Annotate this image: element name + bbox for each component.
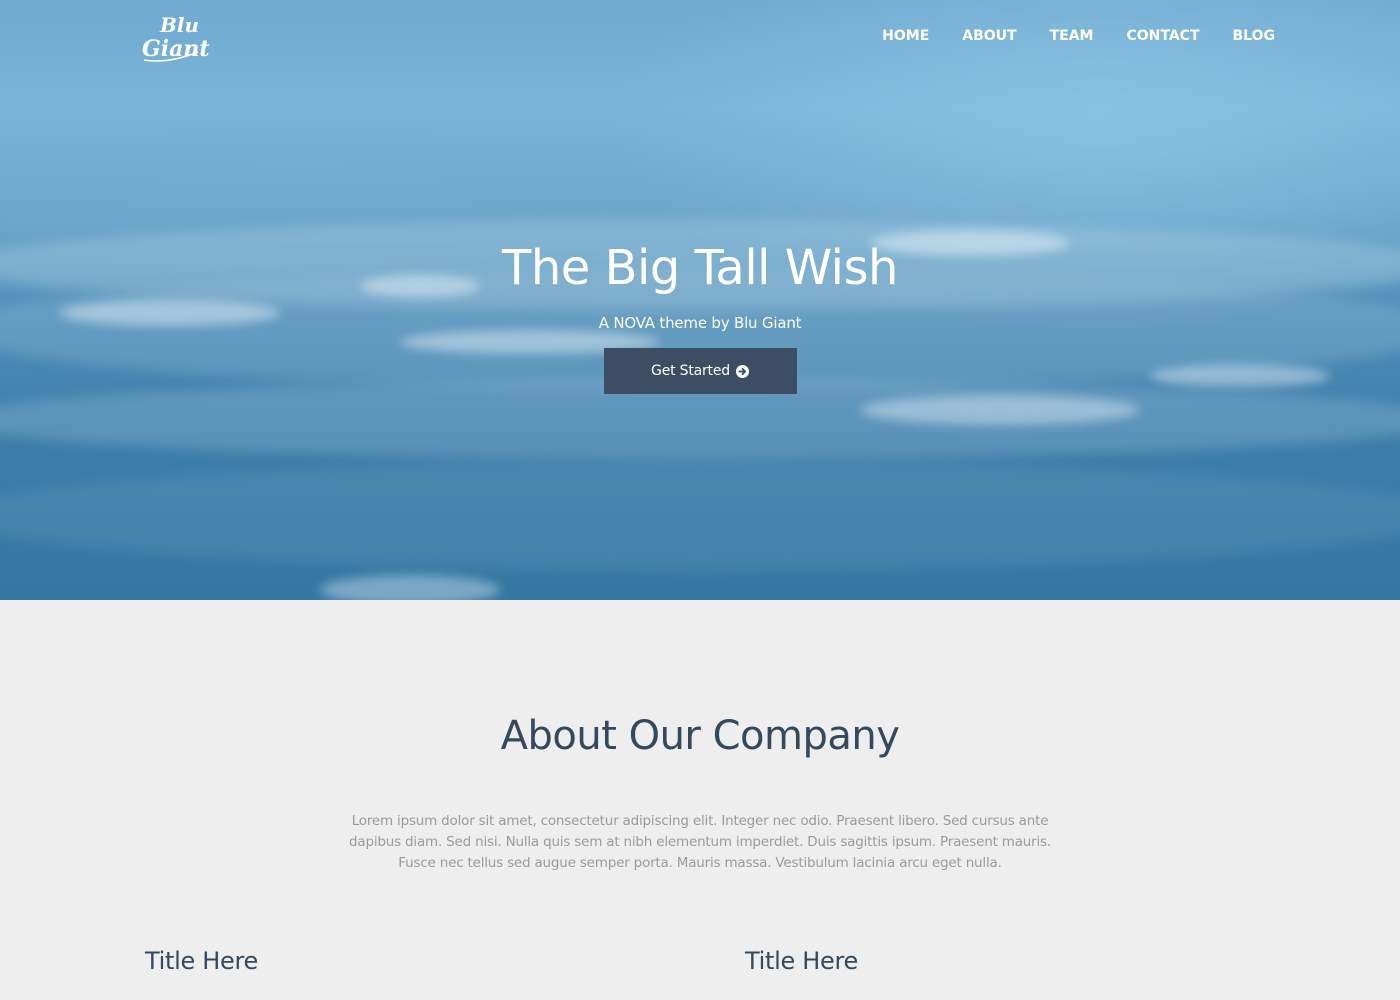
hero-section: Blu Giant HOME ABOUT TEAM CONTACT BLOG T… — [0, 0, 1400, 600]
nav-item-contact[interactable]: CONTACT — [1126, 26, 1199, 46]
nav-item-about[interactable]: ABOUT — [962, 26, 1016, 46]
about-title: About Our Company — [500, 713, 900, 759]
blu-giant-logo-icon: Blu Giant — [142, 13, 210, 62]
nav-item-home[interactable]: HOME — [882, 26, 929, 46]
get-started-label: Get Started — [651, 363, 730, 379]
nav-item-blog[interactable]: BLOG — [1233, 26, 1276, 46]
get-started-button[interactable]: Get Started — [603, 348, 797, 394]
column-title-right: Title Here — [745, 947, 858, 975]
nav-item-team[interactable]: TEAM — [1050, 26, 1094, 46]
navbar: Blu Giant HOME ABOUT TEAM CONTACT BLOG — [0, 0, 1400, 75]
logo-text-line2: Giant — [142, 36, 210, 62]
logo[interactable]: Blu Giant — [138, 8, 216, 64]
nav-menu: HOME ABOUT TEAM CONTACT BLOG — [849, 26, 1275, 46]
hero-title: The Big Tall Wish — [502, 240, 898, 296]
hero-subtitle: A NOVA theme by Blu Giant — [598, 314, 802, 332]
column-title-left: Title Here — [145, 947, 258, 975]
about-section: About Our Company Lorem ipsum dolor sit … — [0, 600, 1400, 1000]
about-text: Lorem ipsum dolor sit amet, consectetur … — [349, 813, 1051, 871]
logo-text-line1: Blu — [159, 13, 199, 37]
hero-content: The Big Tall Wish A NOVA theme by Blu Gi… — [0, 236, 1400, 394]
arrow-right-icon — [735, 364, 749, 378]
